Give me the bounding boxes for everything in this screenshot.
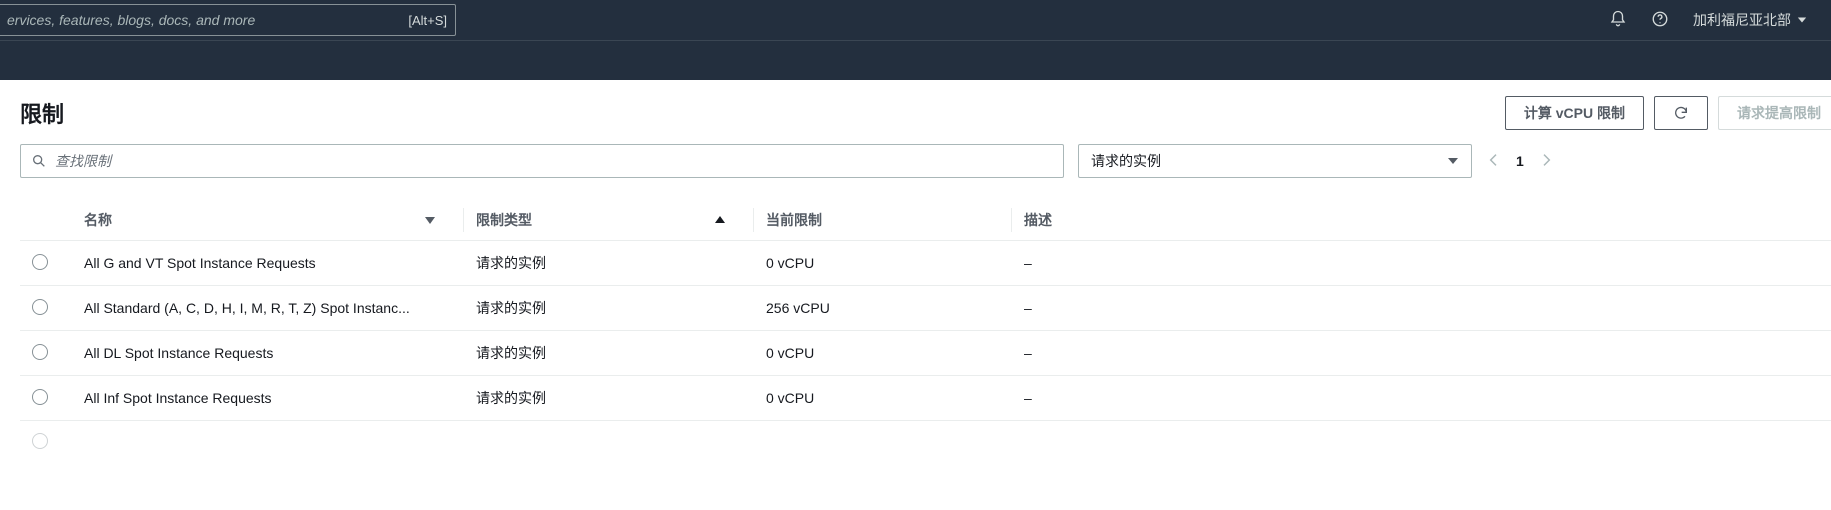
cell-type: 请求的实例: [464, 286, 754, 331]
cell-name: All Inf Spot Instance Requests: [84, 390, 272, 406]
notifications-icon[interactable]: [1609, 10, 1627, 31]
table-row[interactable]: All Standard (A, C, D, H, I, M, R, T, Z)…: [20, 286, 1831, 331]
table-row[interactable]: All DL Spot Instance Requests 请求的实例 0 vC…: [20, 331, 1831, 376]
search-icon: [31, 153, 47, 169]
cell-type: 请求的实例: [464, 376, 754, 421]
col-desc[interactable]: 描述: [1012, 200, 1831, 241]
region-label: 加利福尼亚北部: [1693, 10, 1791, 30]
col-current[interactable]: 当前限制: [754, 200, 1012, 241]
caret-down-icon: [1797, 15, 1807, 25]
next-page-button[interactable]: [1538, 152, 1556, 171]
subnav: [0, 40, 1831, 80]
caret-down-icon: [1447, 155, 1459, 167]
global-search-shortcut: [Alt+S]: [408, 13, 447, 28]
prev-page-button[interactable]: [1486, 152, 1502, 171]
row-radio[interactable]: [32, 433, 48, 449]
help-icon[interactable]: [1651, 10, 1669, 31]
table-row[interactable]: All Inf Spot Instance Requests 请求的实例 0 v…: [20, 376, 1831, 421]
cell-desc: –: [1012, 376, 1831, 421]
cell-name: All DL Spot Instance Requests: [84, 345, 273, 361]
request-limit-increase-button[interactable]: 请求提高限制: [1718, 96, 1831, 130]
cell-desc: –: [1012, 331, 1831, 376]
row-radio[interactable]: [32, 299, 48, 315]
global-search[interactable]: ervices, features, blogs, docs, and more…: [0, 4, 456, 36]
cell-current: 0 vCPU: [754, 376, 1012, 421]
limits-table: 名称 限制类型 当前限制 描述: [20, 200, 1831, 452]
row-radio[interactable]: [32, 344, 48, 360]
col-type-label: 限制类型: [476, 210, 532, 230]
cell-name: All G and VT Spot Instance Requests: [84, 255, 316, 271]
cell-current: 256 vCPU: [754, 286, 1012, 331]
cell-current: 0 vCPU: [754, 331, 1012, 376]
sort-desc-icon: [424, 214, 436, 226]
col-desc-label: 描述: [1024, 212, 1052, 228]
col-type[interactable]: 限制类型: [464, 200, 754, 241]
cell-type: 请求的实例: [464, 241, 754, 286]
col-select: [20, 200, 72, 241]
global-search-placeholder: ervices, features, blogs, docs, and more: [7, 12, 255, 28]
refresh-button[interactable]: [1654, 96, 1708, 130]
limit-type-select-value: 请求的实例: [1091, 151, 1161, 171]
refresh-icon: [1673, 105, 1689, 121]
cell-desc: –: [1012, 241, 1831, 286]
sort-asc-icon: [714, 214, 726, 226]
region-selector[interactable]: 加利福尼亚北部: [1693, 10, 1807, 30]
cell-type: 请求的实例: [464, 331, 754, 376]
row-radio[interactable]: [32, 254, 48, 270]
table-row[interactable]: [20, 421, 1831, 453]
col-current-label: 当前限制: [766, 212, 822, 228]
row-radio[interactable]: [32, 389, 48, 405]
col-name-label: 名称: [84, 210, 112, 230]
limit-type-select[interactable]: 请求的实例: [1078, 144, 1472, 178]
page-number: 1: [1516, 153, 1524, 169]
table-row[interactable]: All G and VT Spot Instance Requests 请求的实…: [20, 241, 1831, 286]
compute-vcpu-limits-button[interactable]: 计算 vCPU 限制: [1505, 96, 1644, 130]
topbar: ervices, features, blogs, docs, and more…: [0, 0, 1831, 40]
cell-desc: –: [1012, 286, 1831, 331]
col-name[interactable]: 名称: [72, 200, 464, 241]
cell-current: 0 vCPU: [754, 241, 1012, 286]
cell-name: All Standard (A, C, D, H, I, M, R, T, Z)…: [84, 300, 410, 316]
filter-search[interactable]: [20, 144, 1064, 178]
pagination: 1: [1486, 152, 1556, 171]
page-title: 限制: [20, 97, 64, 129]
filter-search-input[interactable]: [55, 153, 1053, 169]
